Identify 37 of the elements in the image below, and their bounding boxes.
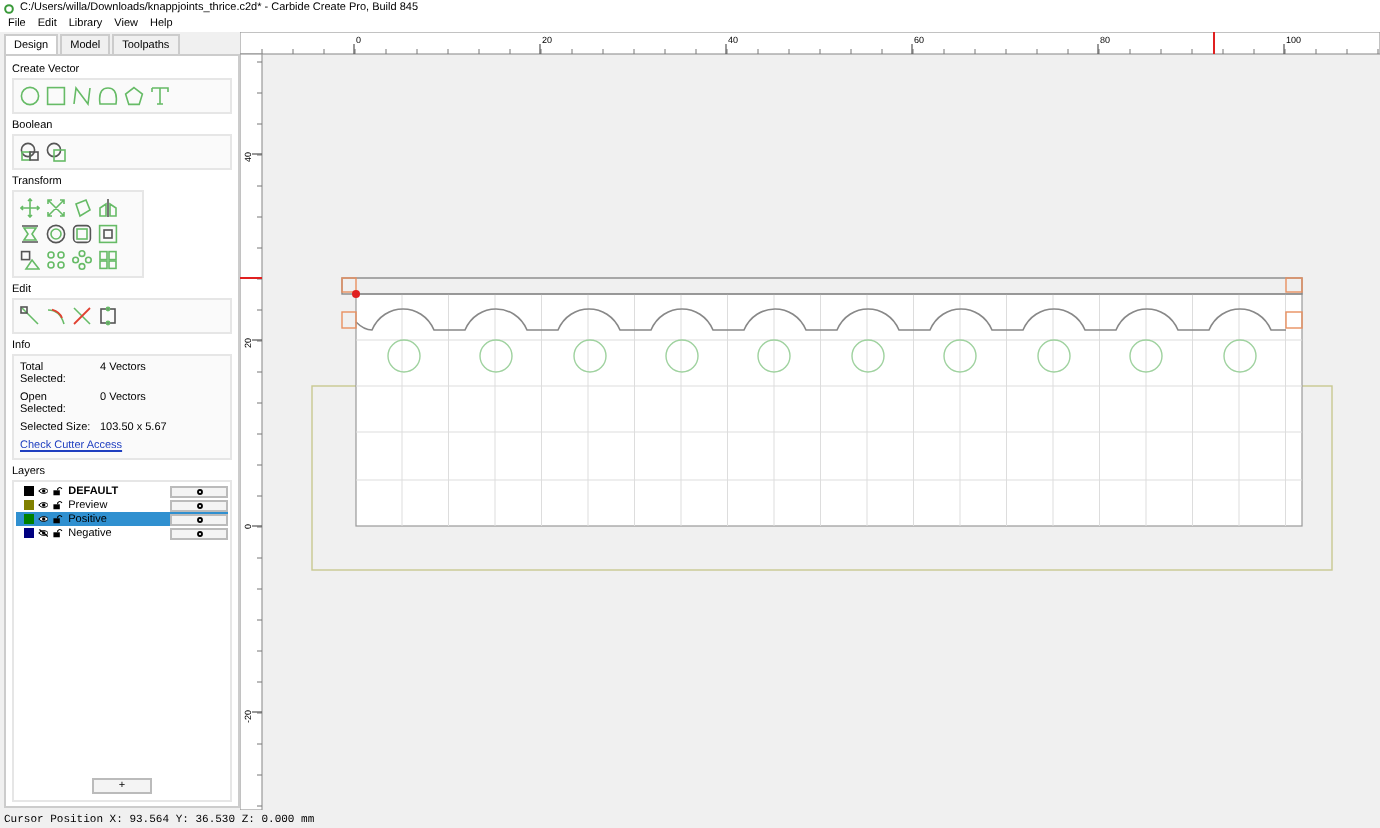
fillet-icon[interactable]	[72, 224, 92, 244]
mirror-icon[interactable]	[98, 198, 118, 218]
subtract-icon[interactable]	[46, 142, 66, 162]
layer-settings-button[interactable]	[170, 485, 228, 497]
selection-handles[interactable]	[341, 277, 1303, 329]
origin-marker	[352, 290, 360, 298]
selected-rectangle[interactable]	[341, 277, 1303, 295]
trim-icon[interactable]	[46, 306, 66, 326]
rectangle-icon[interactable]	[46, 86, 66, 106]
eye-hidden-icon[interactable]	[37, 528, 49, 538]
cursor-marker	[1213, 32, 1215, 55]
lock-icon[interactable]	[52, 500, 65, 510]
curve-icon[interactable]	[98, 86, 118, 106]
eye-icon[interactable]	[37, 486, 49, 496]
inset-icon[interactable]	[98, 224, 118, 244]
eye-icon[interactable]	[37, 514, 49, 524]
layer-settings-button[interactable]	[170, 527, 228, 539]
polyline-icon[interactable]	[72, 86, 92, 106]
eye-icon[interactable]	[37, 500, 49, 510]
offset-icon[interactable]	[46, 224, 66, 244]
shapes-icon[interactable]	[20, 250, 40, 270]
cut-icon[interactable]	[72, 306, 92, 326]
layer-settings-button[interactable]	[170, 499, 228, 511]
lock-icon[interactable]	[52, 528, 65, 538]
app-icon	[4, 3, 14, 13]
bounding-box-icon[interactable]	[98, 306, 118, 326]
circle-icon[interactable]	[20, 86, 40, 106]
node-edit-icon[interactable]	[20, 306, 40, 326]
lock-icon[interactable]	[52, 514, 65, 524]
polygon-icon[interactable]	[124, 86, 144, 106]
layer-settings-button[interactable]	[170, 513, 228, 525]
cursor-marker	[240, 277, 263, 279]
lock-icon[interactable]	[52, 486, 65, 496]
union-icon[interactable]	[20, 142, 40, 162]
scallop-curve[interactable]	[355, 308, 1287, 331]
align-icon[interactable]	[20, 224, 40, 244]
text-tool-icon[interactable]	[150, 86, 170, 106]
